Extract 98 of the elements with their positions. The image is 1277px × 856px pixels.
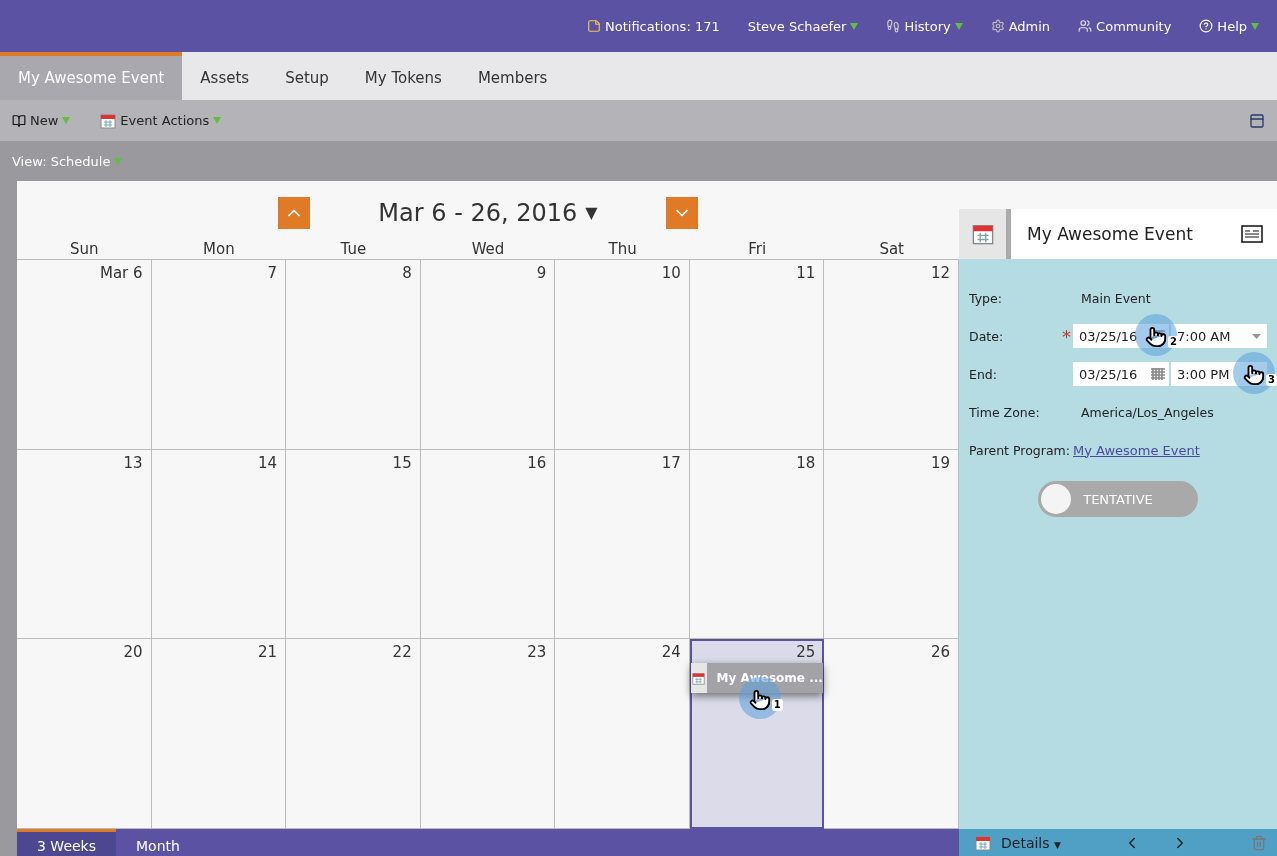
weekday-label: Tue — [339, 240, 368, 259]
dropdown-arrow-icon — [1252, 333, 1261, 339]
details-menu[interactable]: Details ▼ — [1001, 834, 1061, 851]
field-label: Time Zone: — [969, 404, 1041, 420]
weekday-label: Fri — [747, 240, 768, 259]
date-field[interactable]: 03/25/16 — [1073, 362, 1169, 386]
day-number: 7 — [267, 264, 278, 282]
day-number: 25 — [796, 643, 816, 662]
settings-icon — [990, 19, 1005, 33]
next-button[interactable] — [665, 196, 698, 229]
top-menu-link[interactable]: Admin — [990, 18, 1051, 34]
tab[interactable]: Assets — [182, 52, 268, 100]
weekday-label: Sun — [69, 240, 100, 259]
toolbar-label: New — [30, 113, 59, 128]
day-cell[interactable]: 16 — [420, 449, 556, 640]
dropdown-caret-icon — [213, 117, 222, 124]
people-icon — [1078, 19, 1093, 33]
day-number: 11 — [796, 264, 816, 282]
day-cell[interactable]: 11 — [689, 260, 825, 450]
footprints-icon — [886, 19, 901, 33]
step-number: 2 — [1168, 336, 1179, 348]
field-value: America/Los_Angeles — [1081, 404, 1214, 420]
toolbar-label: Event Actions — [120, 113, 210, 128]
day-cell[interactable]: 19 — [824, 449, 959, 640]
tab[interactable]: My Tokens — [346, 52, 460, 100]
day-cell[interactable]: 14 — [151, 449, 287, 640]
day-cell[interactable]: Mar 6 — [17, 260, 152, 450]
step-number: 3 — [1266, 374, 1277, 386]
calendar-icon — [971, 223, 994, 245]
day-number: 19 — [930, 453, 950, 472]
day-cell[interactable]: 8 — [286, 260, 421, 450]
day-number: Mar 6 — [99, 264, 143, 282]
day-cell[interactable]: 17 — [555, 449, 690, 640]
book-icon — [12, 113, 26, 128]
toolbar-menu[interactable]: Event Actions — [100, 112, 222, 129]
view-tab[interactable]: 3 Weeks — [17, 829, 116, 856]
top-menu-label: Help — [1217, 18, 1247, 34]
top-menu-link[interactable]: Community — [1078, 18, 1172, 34]
calendar-grid-icon[interactable] — [1151, 330, 1165, 342]
day-number: 12 — [930, 264, 950, 282]
top-menu-link[interactable]: History — [886, 18, 963, 34]
calendar-icon — [692, 671, 706, 685]
window-icon[interactable] — [1249, 112, 1265, 129]
day-cell[interactable]: 10 — [555, 260, 690, 450]
toolbar-menu[interactable]: New — [12, 113, 71, 128]
step-number: 1 — [771, 699, 783, 712]
parent-program-link[interactable]: My Awesome Event — [1073, 442, 1200, 458]
day-number: 18 — [796, 453, 816, 472]
day-number: 21 — [258, 643, 278, 662]
day-number: 15 — [392, 453, 412, 472]
day-number: 26 — [930, 643, 950, 662]
day-number: 20 — [123, 643, 143, 662]
weekday-label: Sat — [878, 240, 905, 259]
day-number: 24 — [661, 643, 681, 662]
required-mark: * — [1061, 325, 1071, 347]
field-label: End: — [969, 366, 998, 382]
previous-button[interactable] — [278, 196, 311, 229]
hand-cursor-icon — [1243, 364, 1265, 386]
field-label: Date: — [969, 328, 1005, 344]
calendar-icon — [975, 834, 991, 851]
day-number: 10 — [661, 264, 681, 282]
weekday-label: Thu — [607, 240, 638, 259]
top-menu-link[interactable]: Help — [1199, 18, 1259, 34]
day-cell[interactable]: 7 — [151, 260, 287, 450]
event-title: My Awesome Event — [1026, 224, 1194, 244]
field-label: Type: — [969, 290, 1003, 306]
field-label: Parent Program: — [969, 442, 1071, 458]
top-menu-label: History — [904, 18, 951, 34]
document-icon[interactable] — [1241, 225, 1263, 243]
weekday-label: Mon — [202, 240, 236, 259]
day-number: 13 — [123, 453, 143, 472]
top-menu-label: Admin — [1008, 18, 1051, 34]
day-cell[interactable]: 13 — [17, 449, 152, 640]
view-tab[interactable]: Month — [116, 829, 200, 856]
tab[interactable]: Setup — [267, 52, 347, 100]
field-value: Main Event — [1081, 290, 1151, 306]
top-menu-label: Community — [1096, 18, 1172, 34]
day-number: 16 — [527, 453, 547, 472]
day-number: 9 — [536, 264, 547, 282]
day-number: 17 — [661, 453, 681, 472]
dropdown-caret-icon — [62, 117, 71, 124]
day-cell[interactable]: 9 — [420, 260, 556, 450]
day-cell[interactable]: 25 My Awesome ... 1 — [689, 639, 825, 829]
note-icon — [587, 19, 601, 33]
help-icon — [1199, 19, 1214, 33]
dropdown-caret-icon — [114, 157, 123, 165]
calendar-icon — [100, 112, 117, 129]
day-number: 22 — [392, 643, 412, 662]
day-number: 14 — [258, 453, 278, 472]
day-cell[interactable]: 12 — [824, 260, 959, 450]
date-range-title[interactable]: Mar 6 - 26, 2016 ▼ — [378, 198, 598, 227]
tab[interactable]: Members — [459, 52, 566, 100]
day-number: 23 — [527, 643, 547, 662]
hand-cursor-icon — [748, 689, 771, 712]
weekday-label: Wed — [470, 240, 506, 259]
day-cell[interactable]: 15 — [286, 449, 421, 640]
day-number: 8 — [402, 264, 412, 282]
hand-cursor-icon — [1145, 326, 1167, 348]
